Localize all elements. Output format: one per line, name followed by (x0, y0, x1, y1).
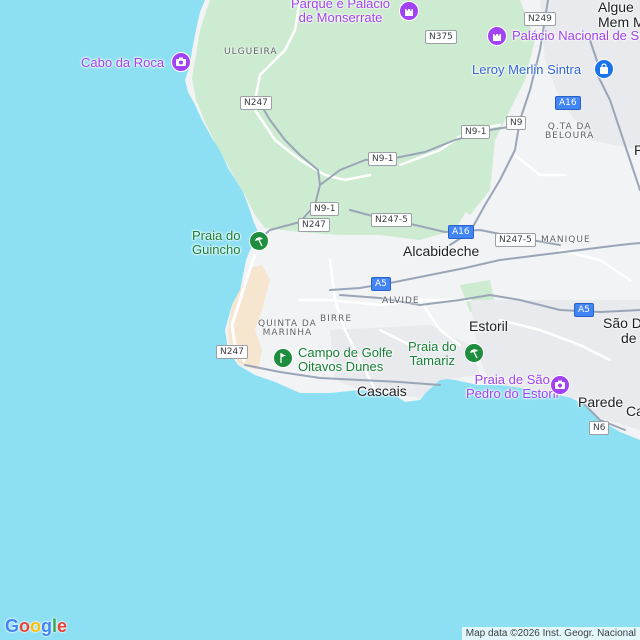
place-algueirao-line1: Algue (598, 0, 634, 15)
camera-icon-sao-pedro[interactable] (550, 375, 570, 395)
castle-icon[interactable] (399, 1, 419, 21)
place-cascais: Cascais (357, 383, 407, 399)
place-sao-do-line2: de (621, 329, 637, 346)
poi-golfe-line2: Oitavos Dunes (298, 358, 384, 374)
poi-tamariz-line2: Tamariz (409, 352, 455, 368)
place-estoril: Estoril (469, 318, 508, 334)
road-shield-a5-a: A5 (371, 277, 391, 291)
road-shield-n9-1-a: N9-1 (461, 125, 491, 139)
poi-tamariz-line1: Praia do (408, 339, 457, 354)
place-quinta-line2: MARINHA (262, 328, 313, 339)
shopping-bag-icon[interactable] (594, 59, 614, 79)
camera-icon[interactable] (171, 52, 191, 72)
poi-guincho-line2: Guincho (192, 241, 241, 257)
poi-golfe-label[interactable]: Campo de Golfe Oitavos Dunes (298, 346, 393, 373)
road-shield-n6: N6 (589, 421, 610, 435)
place-qta-beloura: Q.TA DA BELOURA (545, 122, 595, 142)
road-shield-n9-1-b: N9-1 (368, 152, 398, 166)
beach-umbrella-icon-tamariz[interactable] (464, 343, 484, 363)
place-edge-p: P (634, 142, 640, 158)
golf-icon[interactable] (273, 348, 293, 368)
poi-sao-pedro-line1: Praia de São (474, 372, 550, 387)
google-logo-letter: o (19, 616, 31, 636)
place-parede: Parede (578, 394, 624, 410)
place-edge-ca: Ca (626, 403, 640, 419)
google-logo-letter: G (5, 616, 20, 636)
place-sao-do: São Do de (603, 316, 640, 345)
road-shield-n247-5-b: N247-5 (495, 233, 536, 247)
poi-tamariz-label[interactable]: Praia do Tamariz (408, 340, 456, 367)
poi-golfe-line1: Campo de Golfe (298, 345, 393, 360)
place-alcabideche: Alcabideche (403, 243, 480, 259)
road-shield-n247-c: N247 (216, 345, 248, 359)
road-shield-n375: N375 (425, 30, 457, 44)
poi-guincho-label[interactable]: Praia do Guincho (192, 229, 240, 256)
place-alvide: ALVIDE (382, 296, 420, 306)
google-logo: Google (5, 616, 67, 637)
road-shield-a16-a: A16 (555, 96, 581, 110)
place-quinta-da-marinha: QUINTA DA MARINHA (258, 319, 317, 339)
place-qta-line2: BELOURA (545, 131, 595, 142)
road-shield-n247-5-a: N247-5 (371, 213, 412, 227)
google-logo-letter: g (41, 616, 53, 636)
poi-monserrate-label[interactable]: Parque e Palácio de Monserrate (291, 0, 390, 24)
map-attribution[interactable]: Map data ©2026 Inst. Geogr. Nacional (461, 627, 640, 640)
road-shield-n247-a: N247 (240, 96, 272, 110)
place-sao-do-line1: São Do (603, 315, 640, 331)
poi-guincho-line1: Praia do (192, 228, 241, 243)
castle-icon-palacio[interactable] (487, 26, 507, 46)
poi-monserrate-line2: de Monserrate (298, 9, 383, 25)
road-shield-n9: N9 (506, 116, 527, 130)
google-logo-letter: o (30, 616, 42, 636)
place-birre: BIRRE (320, 314, 353, 324)
road-shield-n247-b: N247 (298, 218, 330, 232)
poi-sao-pedro-label[interactable]: Praia de São Pedro do Estoril (466, 373, 559, 400)
beach-umbrella-icon[interactable] (249, 231, 269, 251)
road-shield-a16-b: A16 (448, 225, 474, 239)
poi-sao-pedro-line2: Pedro do Estoril (466, 385, 559, 401)
place-manique: MANIQUE (541, 235, 591, 245)
road-shield-a5-b: A5 (574, 303, 594, 317)
poi-leroy-merlin-label[interactable]: Leroy Merlin Sintra (472, 63, 581, 77)
google-logo-letter: e (57, 616, 68, 636)
road-shield-n249: N249 (524, 12, 556, 26)
poi-cabo-da-roca-label[interactable]: Cabo da Roca (81, 56, 164, 70)
place-ulgueira: ULGUEIRA (224, 47, 278, 57)
road-shield-n9-1-c: N9-1 (310, 202, 340, 216)
poi-palacio-sintra-label[interactable]: Palácio Nacional de S (512, 29, 639, 43)
place-algueirao: Algue Mem M (598, 0, 640, 29)
